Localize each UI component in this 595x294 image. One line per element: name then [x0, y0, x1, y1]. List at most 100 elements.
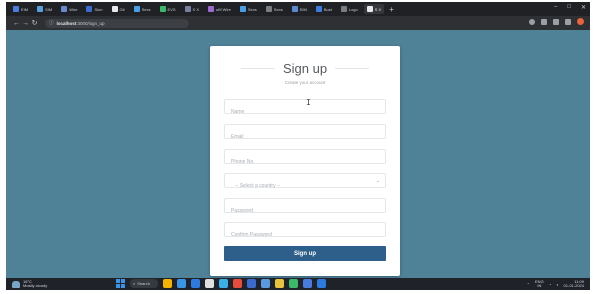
- taskbar-app-icon[interactable]: [219, 279, 228, 288]
- tab-favicon-icon: [159, 6, 166, 12]
- browser-tab[interactable]: Git: [109, 4, 128, 14]
- tab-favicon-icon: [86, 6, 93, 12]
- tab-label: ufIf Wire: [216, 6, 231, 12]
- clock-date: 01-01-2024: [563, 283, 584, 288]
- tab-favicon-icon: [37, 6, 44, 12]
- browser-tab[interactable]: Bust: [313, 4, 335, 14]
- tab-label: Git: [119, 6, 125, 12]
- browser-tab[interactable]: Sexs: [131, 4, 154, 14]
- name-field[interactable]: [224, 99, 386, 119]
- tab-favicon-icon: [208, 6, 214, 12]
- browser-tab[interactable]: Sexs: [263, 4, 286, 14]
- tab-label: Sexs: [141, 6, 151, 12]
- signup-button[interactable]: Sign up: [224, 246, 386, 261]
- browser-tab[interactable]: SIM: [34, 4, 55, 14]
- tab-label: EIM: [21, 6, 29, 12]
- country-select-field[interactable]: -- Select a country -- ⌄: [224, 173, 386, 193]
- tab-label: Sion: [94, 6, 103, 12]
- tab-label: Wire: [69, 6, 78, 12]
- minimize-button[interactable]: –: [554, 4, 557, 11]
- password-input[interactable]: [225, 204, 385, 218]
- tab-label: EIM: [299, 6, 307, 12]
- taskbar-app-icon[interactable]: [163, 279, 172, 288]
- tray-region: IN: [537, 283, 542, 288]
- browser-tab[interactable]: Sexs: [237, 4, 260, 14]
- language-indicator[interactable]: ENG IN: [535, 280, 544, 288]
- taskbar-app-icon[interactable]: [317, 279, 326, 288]
- phone-field[interactable]: [224, 149, 386, 169]
- browser-tab[interactable]: ufIf Wire: [205, 4, 234, 14]
- sidebar-icon[interactable]: [565, 18, 571, 25]
- taskbar-app-icon[interactable]: [275, 279, 284, 288]
- chevron-up-icon[interactable]: ⌃: [527, 282, 530, 287]
- url-host: localhost: [56, 20, 77, 26]
- signup-card: Sign up Create your account I -- Select …: [210, 46, 400, 276]
- taskbar-app-icon[interactable]: [303, 279, 312, 288]
- cloud-icon: [12, 280, 20, 288]
- tab-label: SIM: [45, 6, 53, 12]
- browser-tab[interactable]: S X: [363, 4, 385, 14]
- tab-favicon-icon: [291, 6, 298, 12]
- browser-tab[interactable]: EVS: [157, 4, 179, 14]
- star-icon[interactable]: [541, 18, 547, 25]
- tab-label: EVS: [167, 6, 176, 12]
- weather-condition: Mostly cloudy: [23, 283, 48, 288]
- new-tab-button[interactable]: +: [389, 5, 394, 14]
- tab-favicon-icon: [265, 6, 272, 12]
- taskbar-app-icon[interactable]: [247, 279, 256, 288]
- taskbar-app-icon[interactable]: [191, 279, 200, 288]
- tab-favicon-icon: [133, 6, 140, 12]
- weather-widget[interactable]: 16°C Mostly cloudy: [12, 280, 47, 288]
- taskbar-app-icon[interactable]: [233, 279, 242, 288]
- url-path: :3000/sign_up: [76, 20, 105, 26]
- taskbar-app-icon[interactable]: [261, 279, 270, 288]
- tab-label: Sexs: [273, 6, 283, 12]
- taskbar-apps: ⌕ Search: [116, 279, 326, 288]
- maximize-button[interactable]: □: [567, 4, 571, 11]
- tab-favicon-icon: [366, 6, 373, 12]
- email-field[interactable]: [224, 124, 386, 144]
- clock[interactable]: 11:09 01-01-2024: [564, 280, 584, 288]
- tab-favicon-icon: [111, 6, 118, 12]
- browser-tab[interactable]: S X: [182, 4, 202, 14]
- tab-favicon-icon: [315, 6, 322, 12]
- taskbar-search[interactable]: ⌕ Search: [130, 279, 158, 288]
- system-tray: ⌃ ENG IN ◔ ◖ 11:09 01-01-2024: [527, 280, 584, 288]
- wifi-icon[interactable]: ◔: [549, 282, 551, 287]
- confirm-password-input[interactable]: [225, 228, 385, 242]
- reload-button[interactable]: ↻: [30, 19, 39, 27]
- browser-tab[interactable]: Wire: [58, 4, 80, 14]
- forward-button[interactable]: →: [21, 20, 30, 27]
- text-cursor-icon: I: [306, 98, 311, 107]
- country-select[interactable]: -- Select a country --: [225, 179, 385, 193]
- tab-favicon-icon: [340, 6, 347, 12]
- taskbar-app-icon[interactable]: [205, 279, 214, 288]
- confirm-password-field[interactable]: [224, 222, 386, 242]
- tab-label: Sexs: [247, 6, 257, 12]
- url-input[interactable]: ⓘ localhost:3000/sign_up: [45, 18, 189, 28]
- browser-tab-strip: EIM SIM Wire Sion Git Sexs EVS S X ufIf Wire Sexs…: [6, 2, 590, 16]
- password-field[interactable]: [224, 198, 386, 218]
- taskbar-app-icon[interactable]: [177, 279, 186, 288]
- volume-icon[interactable]: ◖: [556, 282, 558, 287]
- tab-favicon-icon: [13, 6, 19, 12]
- tab-label: S X: [192, 6, 199, 12]
- browser-tab[interactable]: Logo: [338, 4, 361, 14]
- profile-icon[interactable]: [577, 18, 584, 25]
- browser-tab[interactable]: Sion: [83, 4, 105, 14]
- close-window-button[interactable]: ✕: [581, 4, 586, 11]
- windows-start-icon[interactable]: [116, 279, 125, 288]
- tab-favicon-icon: [61, 6, 68, 12]
- window-controls: – □ ✕: [554, 4, 586, 11]
- phone-input[interactable]: [225, 155, 385, 169]
- taskbar-app-icon[interactable]: [289, 279, 298, 288]
- browser-tab[interactable]: EIM: [10, 4, 31, 14]
- back-button[interactable]: ←: [12, 20, 21, 27]
- title-row: Sign up: [210, 60, 400, 76]
- extensions-icon[interactable]: [553, 18, 559, 25]
- name-input[interactable]: [225, 105, 385, 119]
- browser-tab[interactable]: EIM: [289, 4, 310, 14]
- email-input[interactable]: [225, 130, 385, 144]
- tab-label: Bust: [323, 6, 332, 12]
- share-icon[interactable]: [529, 18, 535, 25]
